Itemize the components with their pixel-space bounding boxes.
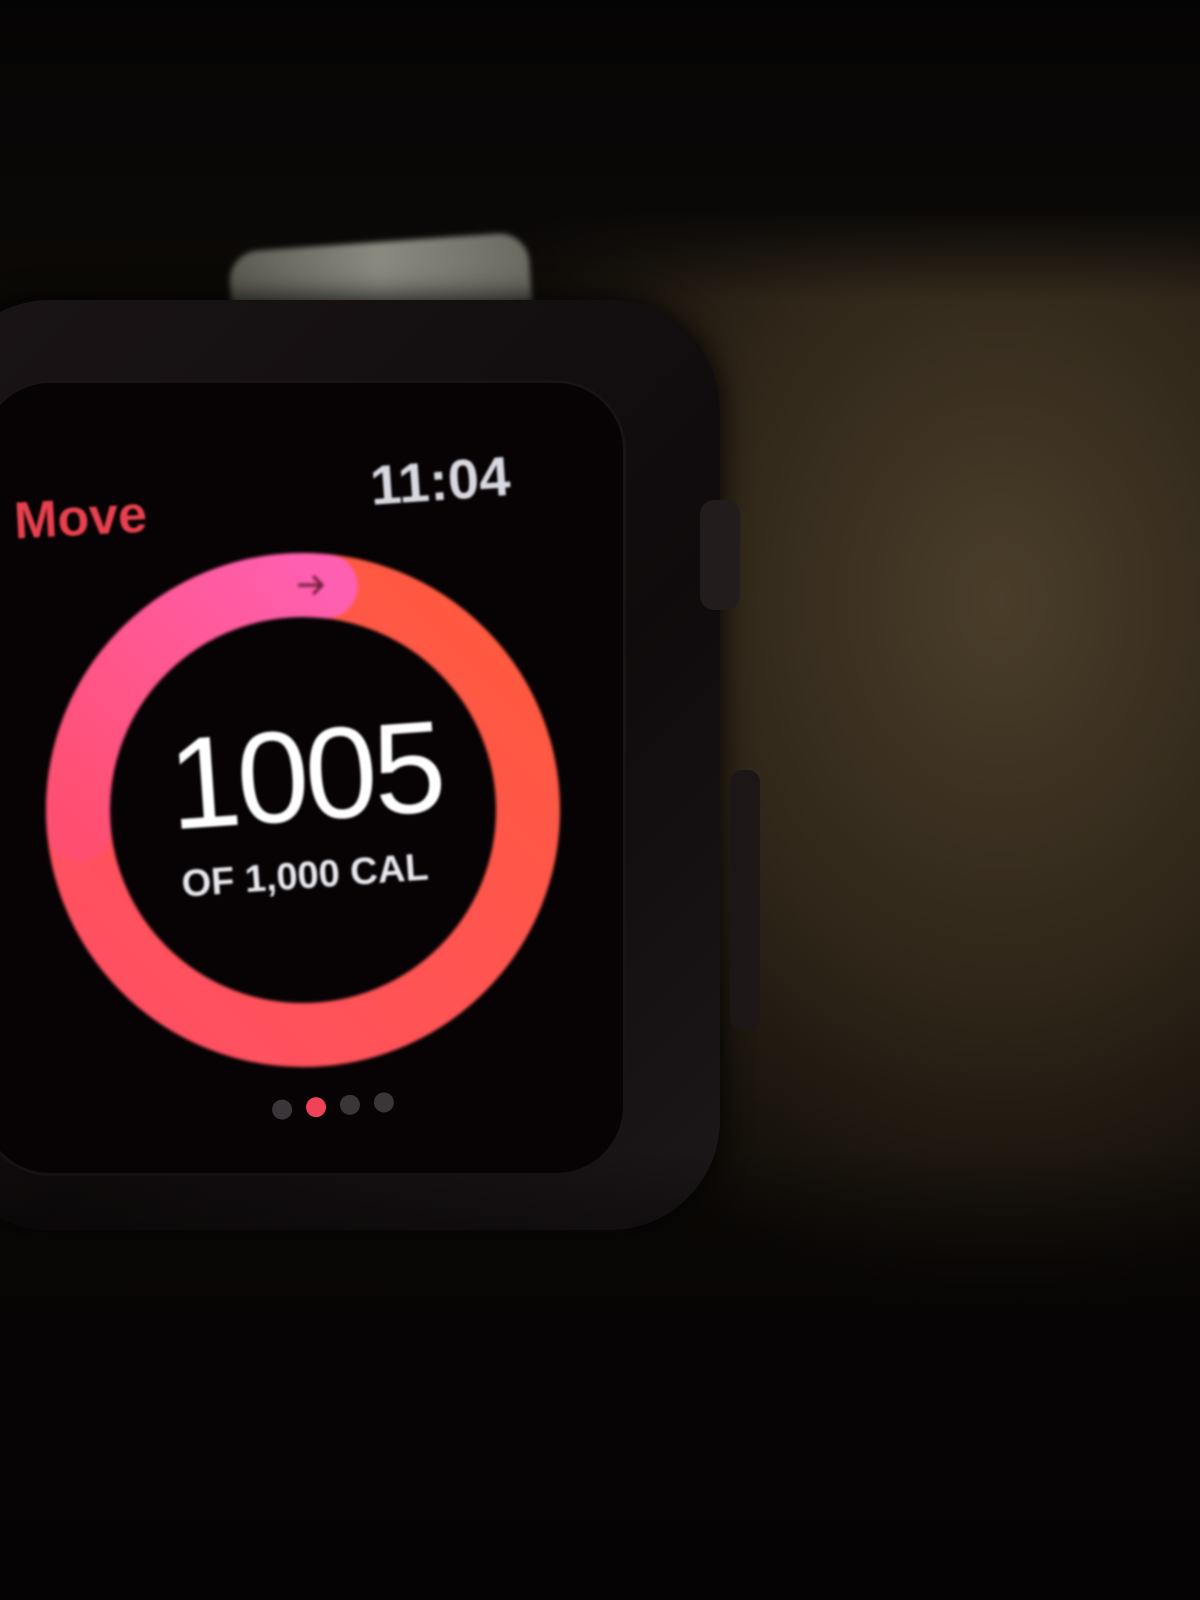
time-display: 11:04 bbox=[367, 444, 513, 517]
page-dot[interactable] bbox=[339, 1094, 361, 1116]
page-dot[interactable] bbox=[305, 1096, 327, 1118]
move-value: 1005 bbox=[163, 692, 447, 858]
page-dot[interactable] bbox=[373, 1091, 395, 1114]
digital-crown[interactable] bbox=[700, 500, 740, 610]
side-button[interactable] bbox=[730, 770, 760, 1030]
page-dot[interactable] bbox=[271, 1098, 293, 1121]
dark-background bbox=[0, 0, 1200, 300]
dark-foreground bbox=[0, 1150, 1200, 1600]
app-title: Move bbox=[12, 485, 149, 551]
